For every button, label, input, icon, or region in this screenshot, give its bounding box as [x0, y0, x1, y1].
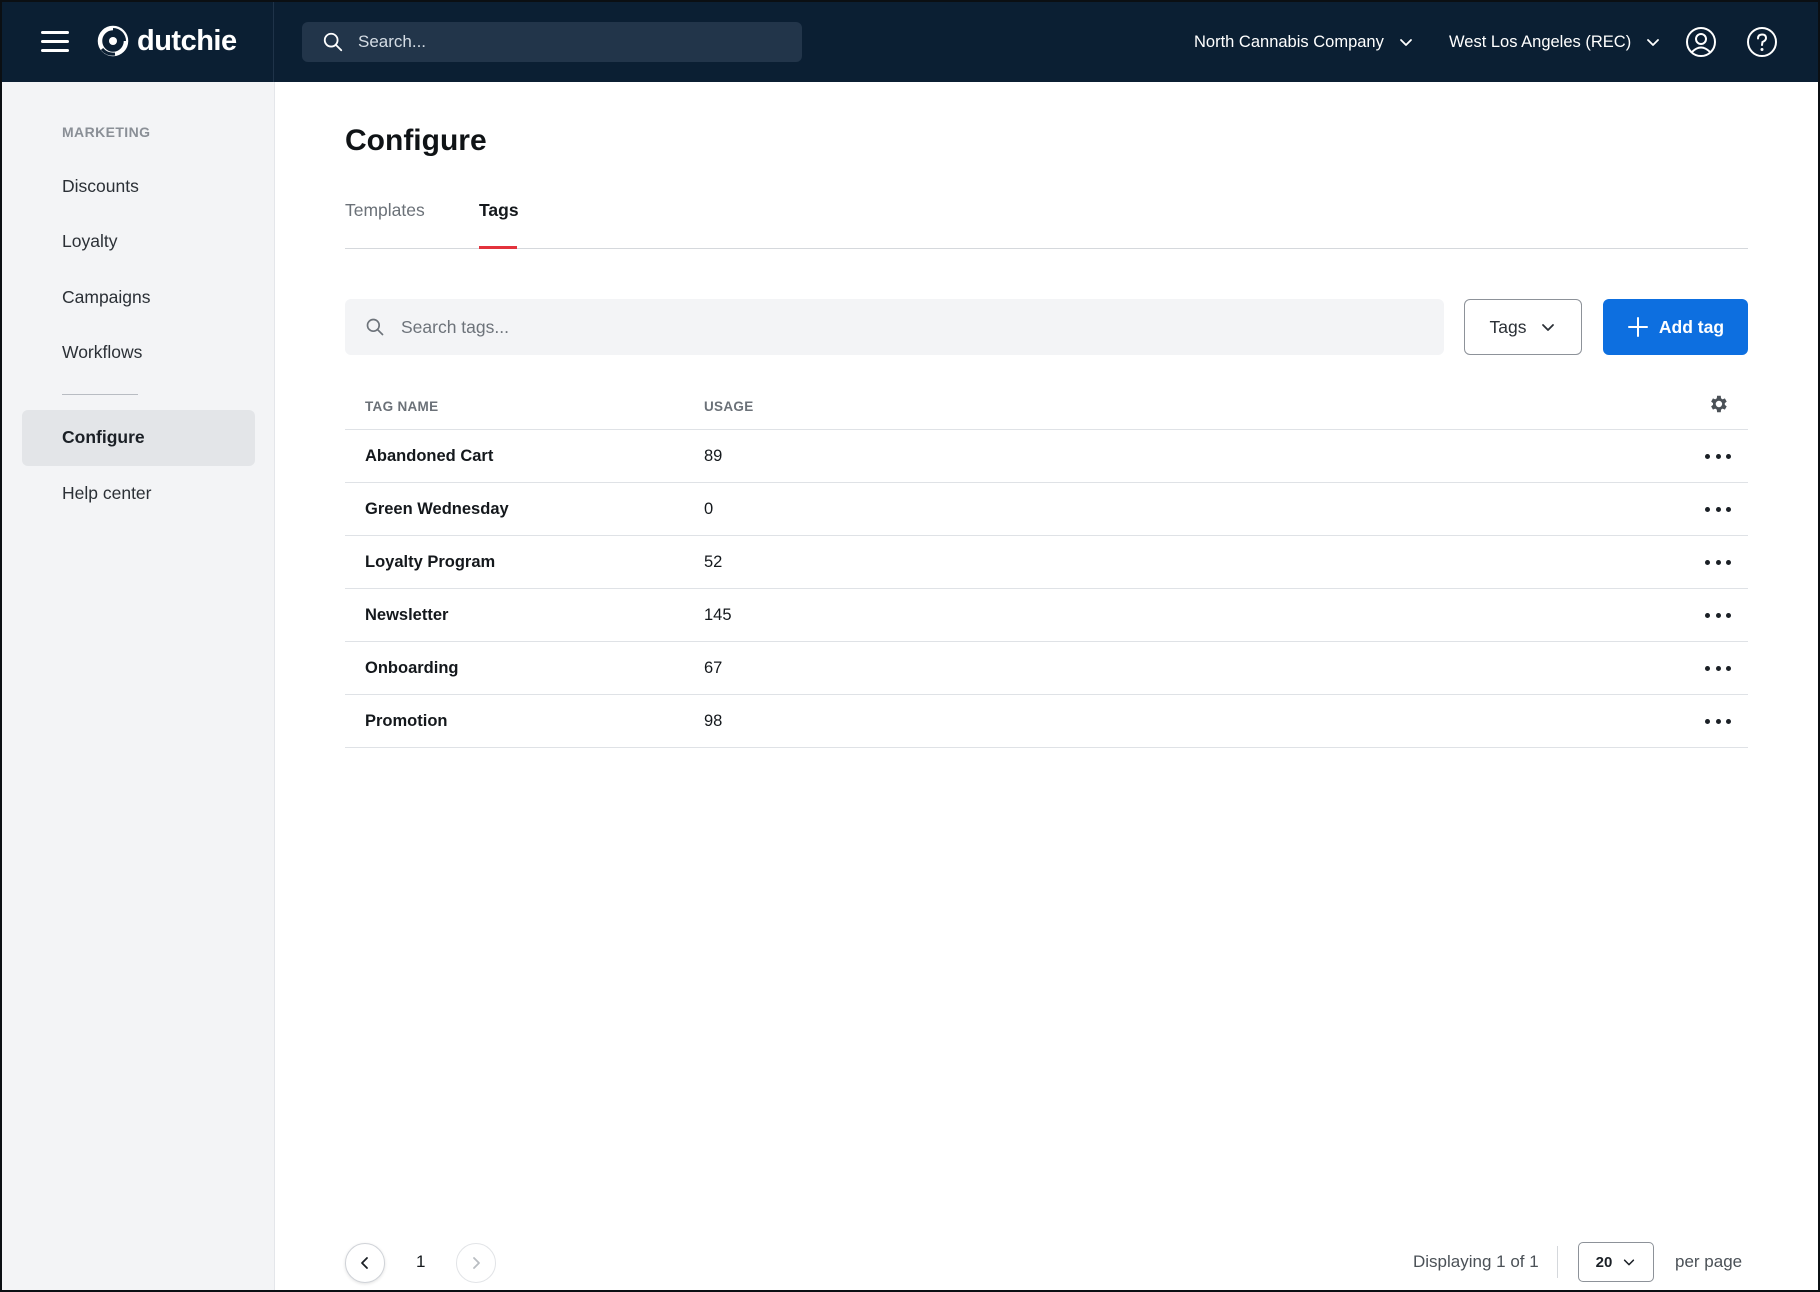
tab-tags[interactable]: Tags — [479, 200, 519, 221]
tag-name: Promotion — [365, 712, 448, 730]
global-search-box[interactable] — [302, 22, 802, 62]
sidebar-item-label: Configure — [62, 427, 145, 447]
more-horizontal-icon[interactable] — [1705, 709, 1731, 733]
tag-name: Green Wednesday — [365, 500, 509, 518]
tags-filter-dropdown[interactable]: Tags — [1464, 299, 1582, 355]
tag-usage: 145 — [704, 606, 732, 624]
tags-filter-label: Tags — [1489, 316, 1527, 337]
top-navigation-bar: dutchie North Cannabis Company West Los … — [0, 0, 1820, 82]
search-icon — [323, 32, 343, 52]
tag-search-box[interactable] — [345, 299, 1444, 355]
chevron-down-icon — [1647, 39, 1660, 46]
plus-icon — [1627, 317, 1648, 337]
tag-usage: 89 — [704, 447, 723, 465]
tab-bar: Templates Tags — [345, 196, 1748, 249]
table-row[interactable]: Loyalty Program 52 — [345, 536, 1748, 589]
user-circle-icon[interactable] — [1685, 26, 1717, 58]
company-name: North Cannabis Company — [1194, 32, 1384, 51]
page-title: Configure — [345, 124, 487, 157]
tab-templates[interactable]: Templates — [345, 200, 425, 221]
company-selector[interactable]: North Cannabis Company — [1194, 26, 1414, 58]
column-header-usage[interactable]: USAGE — [704, 399, 754, 414]
table-row[interactable]: Onboarding 67 — [345, 642, 1748, 695]
table-header: TAG NAME USAGE — [345, 377, 1748, 430]
sidebar-item-workflows[interactable]: Workflows — [62, 342, 142, 363]
sidebar-item-campaigns[interactable]: Campaigns — [62, 287, 151, 308]
table-row[interactable]: Promotion 98 — [345, 695, 1748, 748]
chevron-down-icon — [1399, 39, 1412, 46]
more-horizontal-icon[interactable] — [1705, 497, 1731, 521]
tag-usage: 98 — [704, 712, 723, 730]
next-page-button[interactable] — [456, 1243, 496, 1283]
sidebar-item-discounts[interactable]: Discounts — [62, 176, 139, 197]
table-row[interactable]: Newsletter 145 — [345, 589, 1748, 642]
sidebar-item-help-center[interactable]: Help center — [62, 483, 152, 504]
chevron-down-icon — [1542, 324, 1555, 331]
previous-page-button[interactable] — [345, 1243, 385, 1283]
sidebar-item-configure[interactable]: Configure — [22, 410, 255, 466]
sidebar-item-loyalty[interactable]: Loyalty — [62, 231, 117, 252]
more-horizontal-icon[interactable] — [1705, 656, 1731, 680]
tag-usage: 0 — [704, 500, 714, 518]
tags-table: TAG NAME USAGE Abandoned Cart 89 Green W… — [345, 377, 1748, 748]
more-horizontal-icon[interactable] — [1705, 603, 1731, 627]
brand-logo[interactable]: dutchie — [97, 24, 237, 58]
sidebar-divider — [62, 394, 138, 395]
more-horizontal-icon[interactable] — [1705, 444, 1731, 468]
active-tab-indicator — [479, 246, 517, 249]
per-page-value: 20 — [1595, 1253, 1613, 1271]
table-row[interactable]: Green Wednesday 0 — [345, 483, 1748, 536]
help-circle-icon[interactable] — [1746, 26, 1778, 58]
search-icon — [366, 318, 384, 336]
sidebar-section-marketing: MARKETING — [62, 124, 151, 140]
per-page-dropdown[interactable]: 20 — [1578, 1242, 1654, 1282]
column-header-tag-name[interactable]: TAG NAME — [365, 399, 438, 414]
pagination-divider — [1557, 1246, 1558, 1278]
brand-name: dutchie — [137, 24, 237, 57]
location-name: West Los Angeles (REC) — [1449, 32, 1632, 51]
tag-usage: 52 — [704, 553, 723, 571]
table-row[interactable]: Abandoned Cart 89 — [345, 430, 1748, 483]
chevron-left-icon — [361, 1257, 368, 1269]
chevron-right-icon — [473, 1257, 480, 1269]
chevron-down-icon — [1624, 1259, 1635, 1266]
page-number[interactable]: 1 — [416, 1252, 425, 1272]
global-search-input[interactable] — [358, 32, 778, 52]
add-tag-label: Add tag — [1658, 316, 1725, 337]
tag-name: Loyalty Program — [365, 553, 496, 571]
hamburger-icon[interactable] — [41, 28, 69, 54]
more-horizontal-icon[interactable] — [1705, 550, 1731, 574]
topbar-divider — [273, 0, 274, 82]
location-selector[interactable]: West Los Angeles (REC) — [1449, 26, 1661, 58]
tag-search-input[interactable] — [401, 316, 1401, 338]
tag-name: Abandoned Cart — [365, 447, 494, 465]
sidebar: MARKETING Discounts Loyalty Campaigns Wo… — [0, 82, 275, 1292]
tag-usage: 67 — [704, 659, 723, 677]
dutchie-logo-icon — [97, 25, 129, 57]
tag-name: Newsletter — [365, 606, 449, 624]
per-page-label: per page — [1675, 1252, 1743, 1271]
tag-name: Onboarding — [365, 659, 459, 677]
results-count: Displaying 1 of 1 — [1413, 1252, 1539, 1271]
gear-icon[interactable] — [1707, 393, 1729, 415]
add-tag-button[interactable]: Add tag — [1603, 299, 1748, 355]
